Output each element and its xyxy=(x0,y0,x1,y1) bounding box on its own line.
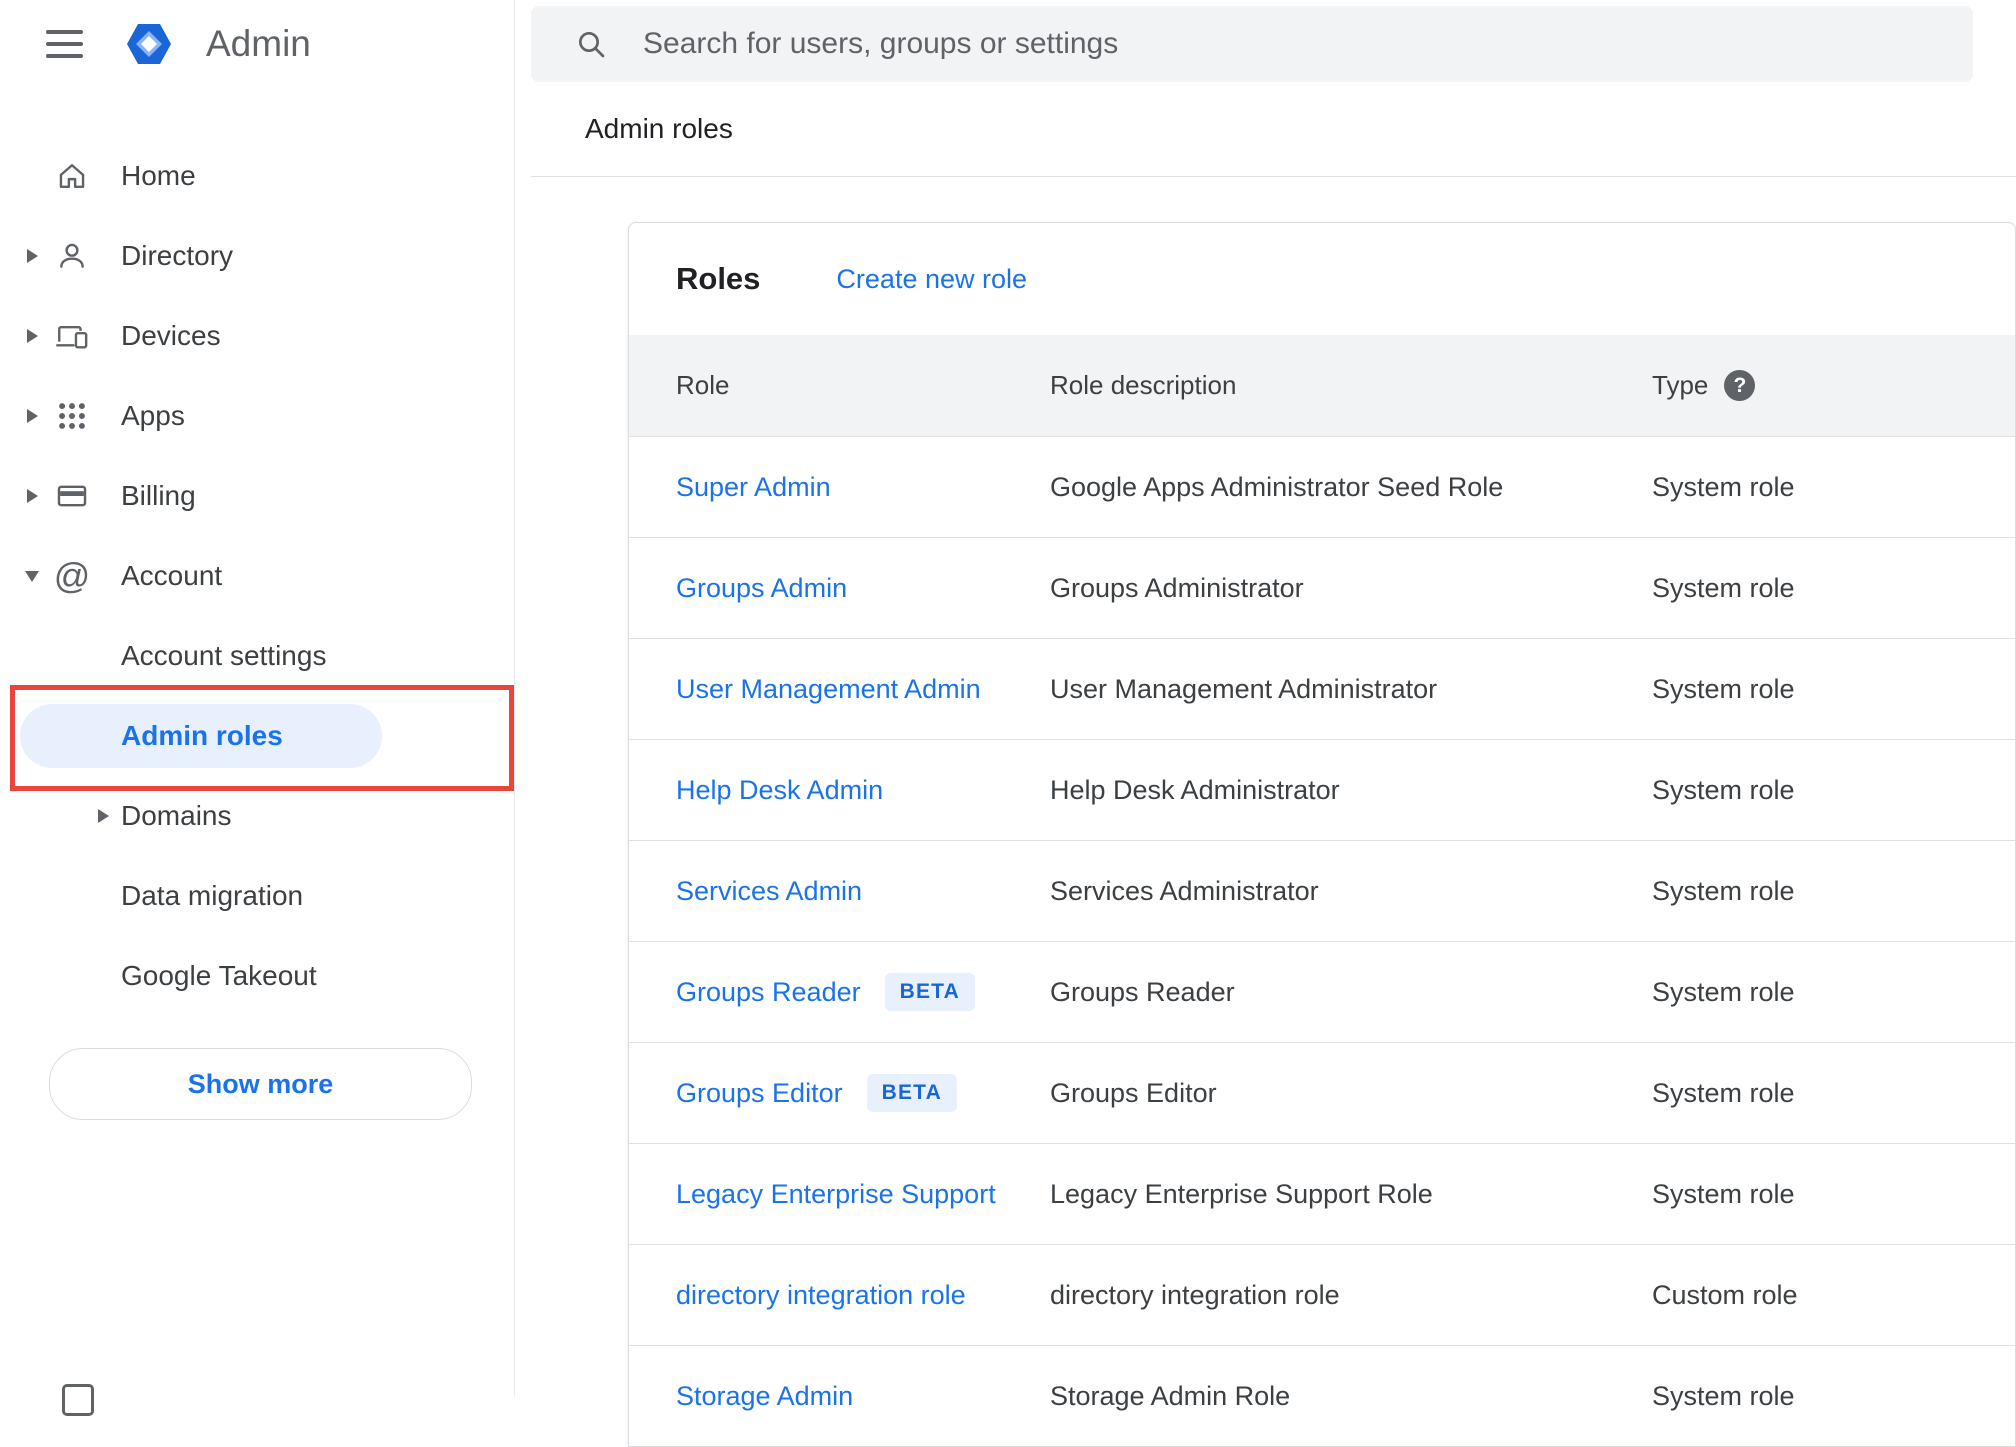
role-link[interactable]: User Management Admin xyxy=(676,674,981,705)
sidebar-item-label: Account xyxy=(121,560,223,591)
card-title: Roles xyxy=(676,261,761,296)
role-link[interactable]: directory integration role xyxy=(676,1280,966,1311)
sidebar-item-account[interactable]: @ Account xyxy=(0,536,514,616)
sidebar-item-label: Admin roles xyxy=(121,720,283,751)
role-link[interactable]: Groups Reader xyxy=(676,977,861,1008)
column-header-role: Role xyxy=(629,335,1049,437)
chevron-right-icon xyxy=(97,809,109,823)
sidebar-item-devices[interactable]: Devices xyxy=(0,296,514,376)
account-at-icon: @ xyxy=(53,555,91,596)
table-row: User Management Admin User Management Ad… xyxy=(629,638,2015,740)
sidebar: Admin Home Directory Devices Apps Billin… xyxy=(0,0,515,1416)
role-type: System role xyxy=(1651,941,2015,1043)
table-row: Groups Editor BETA Groups Editor System … xyxy=(629,1042,2015,1144)
sidebar-item-directory[interactable]: Directory xyxy=(0,216,514,296)
home-icon xyxy=(50,159,94,193)
role-link[interactable]: Groups Admin xyxy=(676,573,847,604)
table-row: directory integration role directory int… xyxy=(629,1244,2015,1346)
sidebar-item-label: Directory xyxy=(121,240,234,271)
apps-grid-icon xyxy=(50,399,94,433)
role-description: Legacy Enterprise Support Role xyxy=(1049,1143,1651,1245)
admin-logo-icon xyxy=(126,23,172,65)
role-type: System role xyxy=(1651,436,2015,538)
table-row: Legacy Enterprise Support Legacy Enterpr… xyxy=(629,1143,2015,1245)
role-type: System role xyxy=(1651,840,2015,942)
role-description: directory integration role xyxy=(1049,1244,1651,1346)
sidebar-header: Admin xyxy=(0,0,514,88)
show-more-button[interactable]: Show more xyxy=(49,1048,472,1120)
role-type: Custom role xyxy=(1651,1244,2015,1346)
search-icon xyxy=(575,28,607,60)
chevron-right-icon xyxy=(26,329,38,343)
sidebar-item-label: Account settings xyxy=(121,640,327,671)
table-row: Groups Admin Groups Administrator System… xyxy=(629,537,2015,639)
role-type: System role xyxy=(1651,739,2015,841)
role-description: Groups Editor xyxy=(1049,1042,1651,1144)
role-type: System role xyxy=(1651,1042,2015,1144)
sidebar-item-label: Data migration xyxy=(121,880,304,911)
role-link[interactable]: Super Admin xyxy=(676,472,831,503)
sidebar-item-apps[interactable]: Apps xyxy=(0,376,514,456)
role-link[interactable]: Groups Editor xyxy=(676,1078,843,1109)
sidebar-item-label: Google Takeout xyxy=(121,960,317,991)
table-row: Help Desk Admin Help Desk Administrator … xyxy=(629,739,2015,841)
role-description: Services Administrator xyxy=(1049,840,1651,942)
sidebar-item-label: Devices xyxy=(121,320,221,351)
sidebar-item-google-takeout[interactable]: Google Takeout xyxy=(0,936,514,1016)
column-header-description: Role description xyxy=(1049,335,1651,437)
role-description: User Management Administrator xyxy=(1049,638,1651,740)
role-link[interactable]: Services Admin xyxy=(676,876,862,907)
billing-icon xyxy=(50,479,94,513)
role-description: Google Apps Administrator Seed Role xyxy=(1049,436,1651,538)
search-input[interactable] xyxy=(641,26,1949,62)
admin-console: Admin Home Directory Devices Apps Billin… xyxy=(0,0,2016,1447)
sidebar-item-billing[interactable]: Billing xyxy=(0,456,514,536)
directory-icon xyxy=(50,239,94,273)
role-link[interactable]: Legacy Enterprise Support xyxy=(676,1179,996,1210)
sidebar-item-label: Apps xyxy=(121,400,185,431)
chevron-right-icon xyxy=(26,489,38,503)
sidebar-item-data-migration[interactable]: Data migration xyxy=(0,856,514,936)
partial-bottom-icon xyxy=(62,1384,94,1416)
roles-table: Role Role description Type ? Super Admin xyxy=(629,335,2015,1446)
chevron-right-icon xyxy=(26,409,38,423)
sidebar-item-domains[interactable]: Domains xyxy=(0,776,514,856)
roles-card-header: Roles Create new role xyxy=(629,223,2015,335)
column-header-type: Type ? xyxy=(1651,335,2015,437)
devices-icon xyxy=(50,319,94,353)
app-title: Admin xyxy=(206,23,311,64)
role-type: System role xyxy=(1651,638,2015,740)
sidebar-nav: Home Directory Devices Apps Billing @ Ac… xyxy=(0,136,514,1016)
role-link[interactable]: Help Desk Admin xyxy=(676,775,883,806)
roles-card: Roles Create new role Role Role descript… xyxy=(628,222,2016,1447)
role-description: Groups Administrator xyxy=(1049,537,1651,639)
search-bar[interactable] xyxy=(531,6,1973,82)
beta-badge: BETA xyxy=(884,973,976,1011)
breadcrumb-bar: Admin roles xyxy=(531,82,2016,177)
role-link[interactable]: Storage Admin xyxy=(676,1381,853,1412)
table-row: Groups Reader BETA Groups Reader System … xyxy=(629,941,2015,1043)
breadcrumb: Admin roles xyxy=(585,113,733,144)
role-description: Groups Reader xyxy=(1049,941,1651,1043)
main-content: Admin roles Roles Create new role Role R… xyxy=(515,0,2016,1447)
sidebar-item-label: Billing xyxy=(121,480,196,511)
sidebar-item-label: Domains xyxy=(121,800,232,831)
role-type: System role xyxy=(1651,1143,2015,1245)
table-header-row: Role Role description Type ? xyxy=(629,335,2015,437)
table-row: Super Admin Google Apps Administrator Se… xyxy=(629,436,2015,538)
menu-icon[interactable] xyxy=(46,30,83,58)
create-new-role-link[interactable]: Create new role xyxy=(836,264,1027,295)
beta-badge: BETA xyxy=(866,1074,957,1112)
sidebar-item-admin-roles[interactable]: Admin roles xyxy=(0,696,514,776)
chevron-down-icon xyxy=(25,570,39,582)
sidebar-item-label: Home xyxy=(121,160,196,191)
sidebar-item-home[interactable]: Home xyxy=(0,136,514,216)
table-row: Services Admin Services Administrator Sy… xyxy=(629,840,2015,942)
sidebar-item-account-settings[interactable]: Account settings xyxy=(0,616,514,696)
help-icon[interactable]: ? xyxy=(1724,370,1756,401)
role-type: System role xyxy=(1651,537,2015,639)
role-description: Help Desk Administrator xyxy=(1049,739,1651,841)
chevron-right-icon xyxy=(26,249,38,263)
